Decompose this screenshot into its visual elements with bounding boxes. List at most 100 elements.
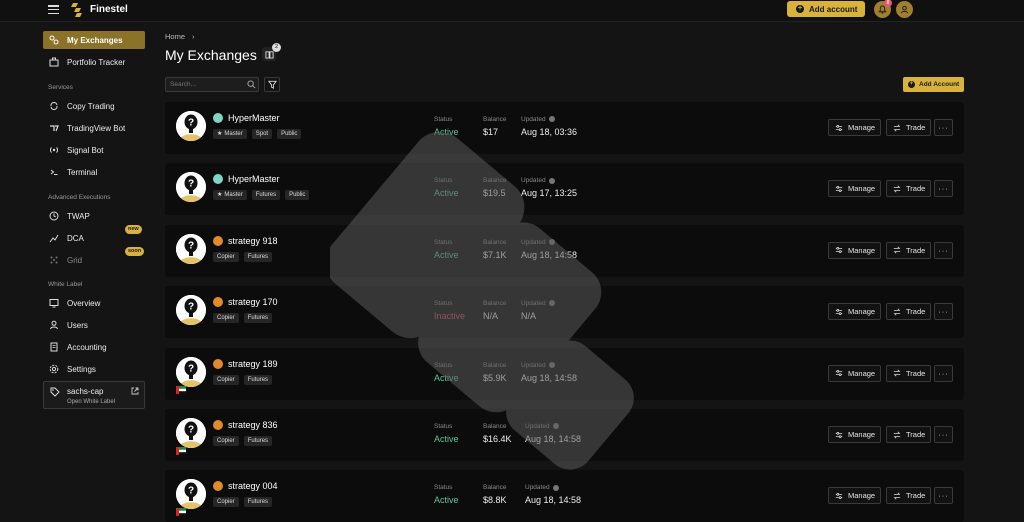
- sidebar-item-overview[interactable]: Overview: [43, 294, 145, 312]
- more-dots-icon: ···: [938, 368, 949, 378]
- trade-label: Trade: [906, 184, 926, 194]
- sliders-icon: [835, 492, 843, 499]
- account-name: strategy 004: [228, 481, 278, 492]
- account-tag: Futures: [243, 436, 273, 446]
- info-icon[interactable]: [548, 177, 555, 184]
- filter-button[interactable]: [264, 77, 280, 92]
- account-tag: Futures: [251, 190, 281, 201]
- avatar-placeholder-icon: ?: [176, 111, 206, 141]
- add-account-button[interactable]: + Add account: [787, 1, 865, 17]
- svg-text:?: ?: [188, 363, 194, 374]
- more-dots-icon: ···: [938, 491, 949, 501]
- sidebar-item-my-exchanges[interactable]: My Exchanges: [43, 31, 145, 49]
- menu-icon[interactable]: [48, 5, 59, 14]
- avatar: ?: [176, 233, 206, 264]
- external-link-icon[interactable]: [131, 387, 139, 395]
- manage-button[interactable]: Manage: [828, 364, 881, 382]
- sidebar-item-label: Terminal: [67, 167, 98, 177]
- sidebar-item-tradingview-bot[interactable]: TradingView Bot: [43, 119, 145, 137]
- account-tags: Copier Futures: [213, 497, 273, 508]
- status-label: Status: [434, 177, 453, 185]
- info-icon[interactable]: [548, 116, 555, 123]
- manage-label: Manage: [848, 491, 876, 501]
- sidebar-item-settings[interactable]: Settings: [43, 360, 145, 378]
- account-tag: ★ Master: [213, 129, 247, 139]
- swap-icon: [893, 369, 901, 377]
- info-icon[interactable]: [548, 361, 555, 368]
- account-tag-label: Futures: [247, 499, 269, 506]
- balance-label: Balance: [483, 177, 507, 185]
- sidebar-item-users[interactable]: Users: [43, 316, 145, 334]
- sidebar-item-portfolio-tracker[interactable]: Portfolio Tracker: [43, 53, 145, 71]
- info-icon[interactable]: [552, 423, 559, 430]
- sidebar-item-twap[interactable]: TWAP: [43, 207, 145, 225]
- account-tag-label: Master: [224, 131, 243, 137]
- new-badge: new: [125, 225, 142, 234]
- more-options-button[interactable]: ···: [934, 119, 953, 136]
- balance-label: Balance: [483, 361, 507, 369]
- plus-icon: +: [796, 5, 804, 13]
- account-tag-label: Copier: [217, 253, 235, 260]
- account-tag: Copier: [213, 313, 239, 324]
- account-tag: Copier: [213, 497, 239, 508]
- sidebar-item-label: Overview: [67, 298, 101, 308]
- plus-icon: +: [908, 81, 915, 88]
- manage-button[interactable]: Manage: [828, 241, 881, 259]
- status-label: Status: [434, 116, 453, 123]
- grid-icon: [50, 256, 58, 264]
- more-options-button[interactable]: ···: [934, 364, 953, 382]
- account-tag: Public: [277, 129, 302, 139]
- status-value: Active: [434, 434, 459, 444]
- sliders-icon: [835, 308, 843, 315]
- sidebar-item-signal-bot[interactable]: Signal Bot: [43, 141, 145, 159]
- account-name: HyperMaster: [228, 113, 280, 123]
- trade-button[interactable]: Trade: [886, 303, 931, 321]
- more-options-button[interactable]: ···: [934, 303, 953, 321]
- manage-button[interactable]: Manage: [828, 426, 881, 443]
- manage-button[interactable]: Manage: [828, 180, 881, 198]
- account-tag-label: Copier: [217, 438, 235, 444]
- info-icon[interactable]: [548, 239, 555, 246]
- sidebar-item-copy-trading[interactable]: Copy Trading: [43, 97, 145, 115]
- account-name: strategy 836: [228, 420, 278, 430]
- more-options-button[interactable]: ···: [934, 487, 953, 505]
- svg-text:?: ?: [188, 179, 194, 190]
- soon-badge: soon: [125, 247, 145, 256]
- sidebar-item-label: Copy Trading: [67, 101, 115, 111]
- manage-button[interactable]: Manage: [828, 303, 881, 321]
- page-title: My Exchanges: [165, 47, 257, 63]
- more-options-button[interactable]: ···: [934, 426, 953, 443]
- breadcrumb-home[interactable]: Home: [165, 32, 185, 41]
- white-label-org-card[interactable]: sachs-cap Open White Label: [43, 381, 145, 409]
- status-value: Active: [434, 495, 459, 506]
- balance-label: Balance: [483, 300, 507, 308]
- updated-label: Updated: [521, 116, 555, 123]
- trade-button[interactable]: Trade: [886, 119, 931, 136]
- sidebar-item-terminal[interactable]: Terminal: [43, 163, 145, 181]
- search-input[interactable]: [165, 77, 259, 92]
- user-icon: [900, 5, 909, 14]
- flag-icon: [176, 447, 186, 455]
- info-icon[interactable]: [552, 484, 559, 491]
- trade-button[interactable]: Trade: [886, 487, 931, 505]
- user-avatar-button[interactable]: [896, 1, 913, 18]
- trade-button[interactable]: Trade: [886, 180, 931, 198]
- sidebar-item-accounting[interactable]: Accounting: [43, 338, 145, 356]
- info-icon[interactable]: [548, 300, 555, 307]
- trade-button[interactable]: Trade: [886, 364, 931, 382]
- sidebar-item-label: TWAP: [67, 211, 90, 221]
- manage-button[interactable]: Manage: [828, 119, 881, 136]
- more-options-button[interactable]: ···: [934, 180, 953, 198]
- more-options-button[interactable]: ···: [934, 241, 953, 259]
- trade-button[interactable]: Trade: [886, 426, 931, 443]
- avatar-placeholder-icon: ?: [176, 356, 206, 387]
- status-value: Active: [434, 127, 459, 137]
- add-account-main-button[interactable]: + Add Account: [903, 77, 964, 92]
- updated-value: Aug 18, 14:58: [521, 249, 578, 260]
- sidebar: My Exchanges Portfolio Tracker Services …: [0, 22, 152, 512]
- swap-icon: [893, 246, 901, 254]
- manage-button[interactable]: Manage: [828, 487, 881, 505]
- trade-button[interactable]: Trade: [886, 241, 931, 259]
- account-tags: Copier Futures: [213, 313, 273, 324]
- account-tag-label: Futures: [247, 315, 269, 322]
